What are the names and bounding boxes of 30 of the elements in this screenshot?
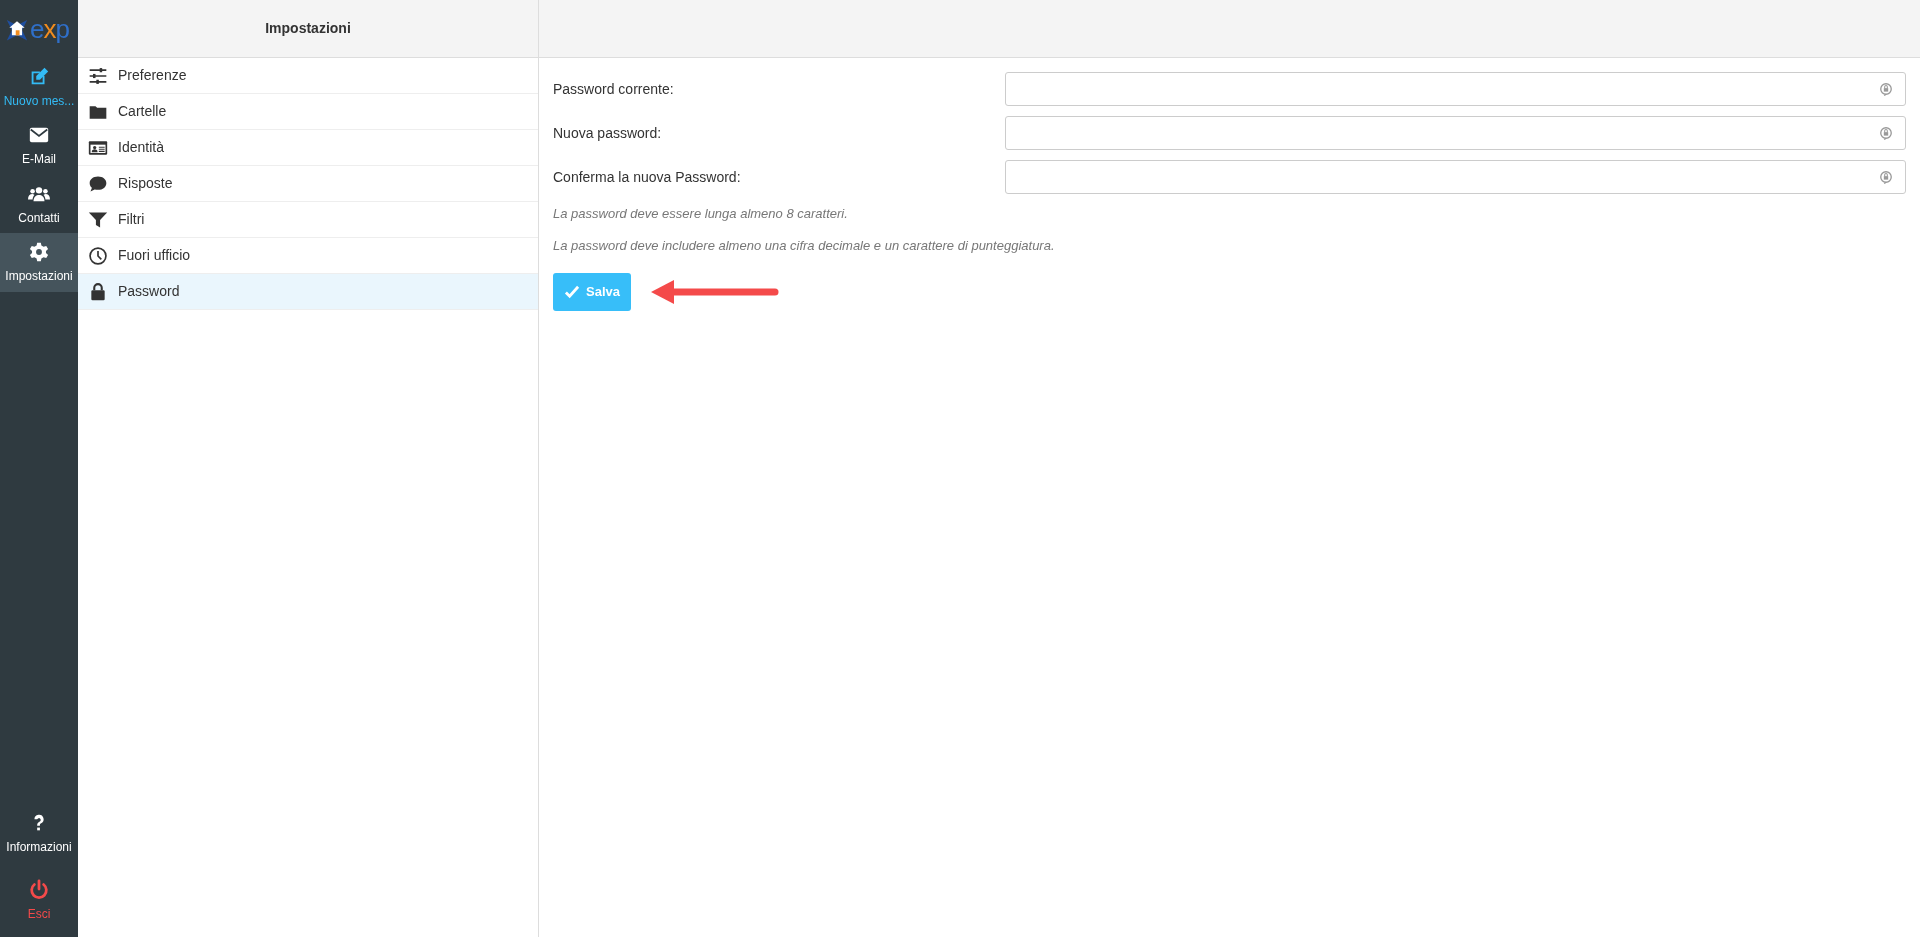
clock-icon [88,245,108,266]
settings-item[interactable]: Preferenze [78,58,538,94]
lock-icon [88,281,108,302]
lock-icon [1879,82,1893,96]
password-field[interactable] [1005,160,1906,194]
sliders-icon [88,65,108,86]
field-label: Nuova password: [553,123,663,143]
panel-title: Impostazioni [78,0,538,58]
password-field[interactable] [1005,116,1906,150]
logo-text: exp [30,16,69,42]
hint-text: La password deve essere lunga almeno 8 caratteri. [553,205,849,223]
lock-icon [1879,126,1893,140]
settings-item[interactable]: Filtri [78,202,538,238]
checkmark-icon [564,284,580,300]
hint-text: La password deve includere almeno una cifra decimale e un carattere di punteggiatura. [553,236,1056,255]
settings-item[interactable]: Identità [78,130,538,166]
nav-item[interactable]: E-Mail [0,116,78,175]
settings-item[interactable]: Risposte [78,166,538,202]
settings-item[interactable]: Cartelle [78,94,538,130]
field-label: Password corrente: [553,79,675,99]
settings-item[interactable]: Password [78,274,538,310]
password-field[interactable] [1005,72,1906,106]
nav-item[interactable]: Informazioni [0,804,78,863]
field-label: Conferma la nuova Password: [553,167,742,187]
nav-item[interactable]: Impostazioni [0,233,78,292]
power-icon [28,878,50,901]
settings-icon [28,241,50,264]
nav-item[interactable]: Nuovo mes... [0,58,78,117]
lock-icon [1879,170,1893,184]
nav-item[interactable]: Contatti [0,174,78,234]
